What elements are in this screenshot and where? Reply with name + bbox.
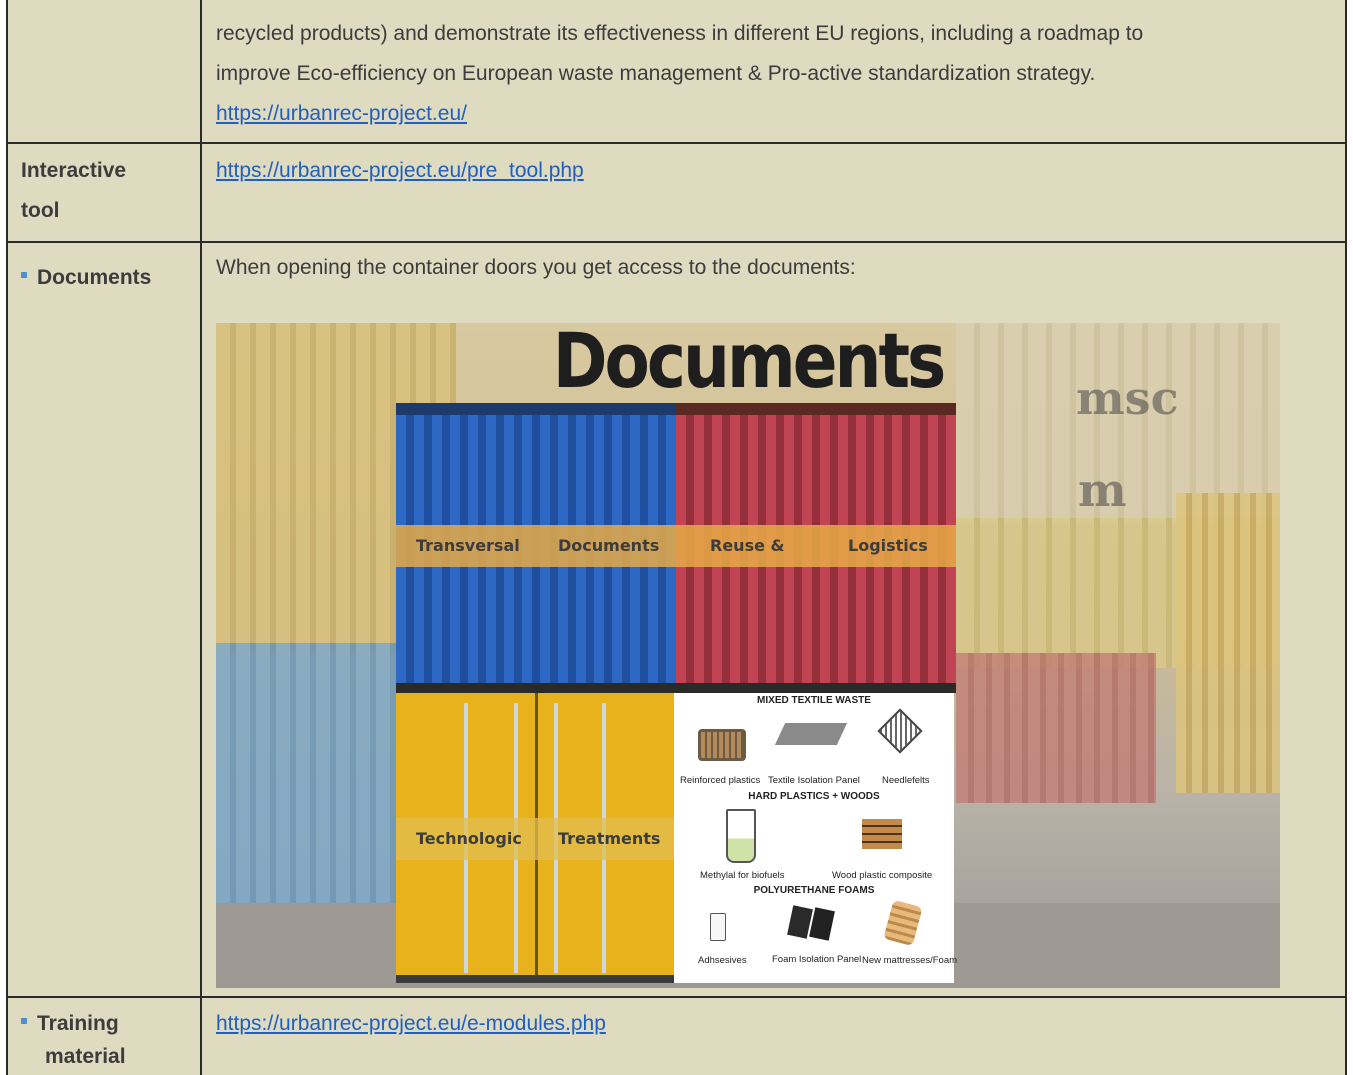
project-link[interactable]: https://urbanrec-project.eu/ xyxy=(216,94,467,134)
training-label-line1: Training xyxy=(37,1012,119,1035)
item-foam-isolation-panel: Foam Isolation Panel xyxy=(772,954,862,965)
table-border-left xyxy=(6,0,8,1075)
item-needlefelts: Needlefelts xyxy=(882,775,930,786)
red-door-left-label: Reuse & xyxy=(710,536,785,555)
blue-door-label-band: Transversal Documents xyxy=(396,525,676,567)
row-divider xyxy=(6,241,1347,243)
yellow-door-label-band: Technologic Treatments xyxy=(396,818,676,860)
item-reinforced-plastics: Reinforced plastics xyxy=(680,775,761,786)
container-bottom-rail xyxy=(396,975,676,983)
bullet-icon xyxy=(21,272,27,279)
documents-intro: When opening the container doors you get… xyxy=(216,256,856,279)
needlefelts-icon xyxy=(877,708,923,754)
foam-panel-icon xyxy=(809,907,835,941)
row-divider xyxy=(6,996,1347,998)
blue-door-left-label: Transversal xyxy=(416,536,520,555)
interactive-tool-link[interactable]: https://urbanrec-project.eu/pre_tool.php xyxy=(216,151,584,191)
yellow-door-right-label: Treatments xyxy=(558,829,661,848)
panel-heading-foams: POLYURETHANE FOAMS xyxy=(753,885,875,896)
container-top-rail xyxy=(396,403,676,415)
table-border-right xyxy=(1345,0,1347,1075)
wood-plastic-icon xyxy=(862,819,902,849)
description-line-1: recycled products) and demonstrate its e… xyxy=(216,22,1144,45)
item-adhesives: Adhsesives xyxy=(698,955,747,966)
bullet-icon xyxy=(21,1018,27,1025)
item-textile-isolation-panel: Textile Isolation Panel xyxy=(768,775,860,786)
container-bottom-rail xyxy=(676,683,956,693)
item-new-mattresses: New mattresses/Foam xyxy=(862,955,958,966)
training-material-label: Training material xyxy=(21,1007,126,1073)
textile-panel-icon xyxy=(774,723,848,745)
bg-red-container-right xyxy=(956,653,1156,803)
blue-door-right-label: Documents xyxy=(558,536,660,555)
row-divider xyxy=(6,142,1347,144)
container-top-rail xyxy=(676,403,956,415)
red-door-right-label: Logistics xyxy=(848,536,928,555)
documents-container-image: msc m Documents Transversal Documents Re… xyxy=(216,323,1280,988)
info-table: recycled products) and demonstrate its e… xyxy=(6,0,1347,1075)
interactive-tool-label: Interactive tool xyxy=(21,154,126,227)
bg-blue-container xyxy=(216,643,406,908)
panel-heading-hard-plastics: HARD PLASTICS + WOODS xyxy=(748,791,880,802)
products-panel: MIXED TEXTILE WASTE Reinforced plastics … xyxy=(674,693,958,983)
methylal-flask-icon xyxy=(726,809,756,863)
column-divider xyxy=(200,0,202,1075)
yellow-door-left-label: Technologic xyxy=(416,829,522,848)
training-material-link[interactable]: https://urbanrec-project.eu/e-modules.ph… xyxy=(216,1004,606,1044)
reinforced-plastics-icon xyxy=(698,729,746,761)
training-label-line2: material xyxy=(45,1045,126,1068)
description-line-2: improve Eco-efficiency on European waste… xyxy=(216,62,1096,85)
documents-label: Documents xyxy=(21,261,151,294)
container-bottom-rail xyxy=(396,683,676,693)
interactive-tool-label-line2: tool xyxy=(21,199,60,222)
panel-heading-textile: MIXED TEXTILE WASTE xyxy=(757,695,871,706)
item-wood-plastic: Wood plastic composite xyxy=(832,870,933,881)
interactive-tool-label-line1: Interactive xyxy=(21,159,127,182)
image-title: Documents xyxy=(552,323,947,406)
bg-yellow-container-far xyxy=(1176,493,1280,793)
item-methylal: Methylal for biofuels xyxy=(700,870,785,881)
documents-label-text: Documents xyxy=(37,266,152,289)
m-logo: m xyxy=(1078,463,1127,517)
adhesive-bottle-icon xyxy=(710,913,726,941)
red-door-label-band: Reuse & Logistics xyxy=(676,525,956,567)
mattress-foam-icon xyxy=(883,899,923,947)
